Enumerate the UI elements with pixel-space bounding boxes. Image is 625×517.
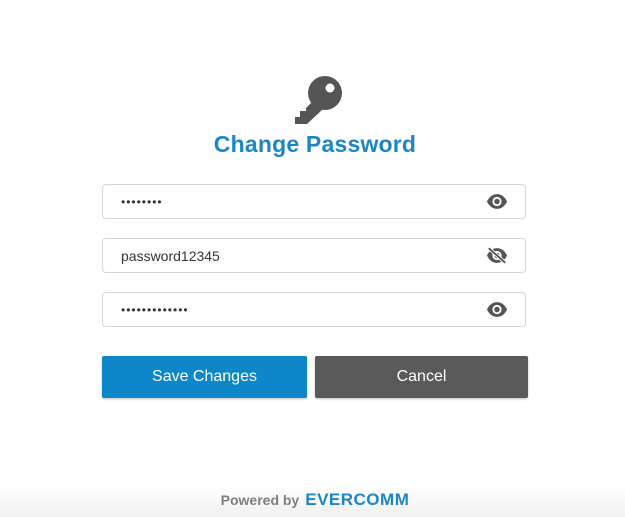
evercomm-logo[interactable]: EVERCOMM	[305, 490, 409, 510]
eye-icon[interactable]	[486, 193, 508, 210]
footer: Powered by EVERCOMM	[0, 490, 625, 510]
confirm-password-input[interactable]	[103, 293, 473, 326]
current-password-field[interactable]	[102, 184, 526, 219]
new-password-field[interactable]	[102, 238, 526, 273]
save-changes-button[interactable]: Save Changes	[102, 356, 307, 398]
eye-slash-icon[interactable]	[486, 247, 508, 264]
page-title: Change Password	[213, 131, 417, 157]
new-password-input[interactable]	[103, 239, 473, 272]
key-icon	[295, 76, 342, 124]
cancel-button[interactable]: Cancel	[315, 356, 528, 398]
eye-icon[interactable]	[486, 301, 508, 318]
powered-by-label: Powered by	[220, 492, 300, 508]
confirm-password-field[interactable]	[102, 292, 526, 327]
current-password-input[interactable]	[103, 185, 473, 218]
